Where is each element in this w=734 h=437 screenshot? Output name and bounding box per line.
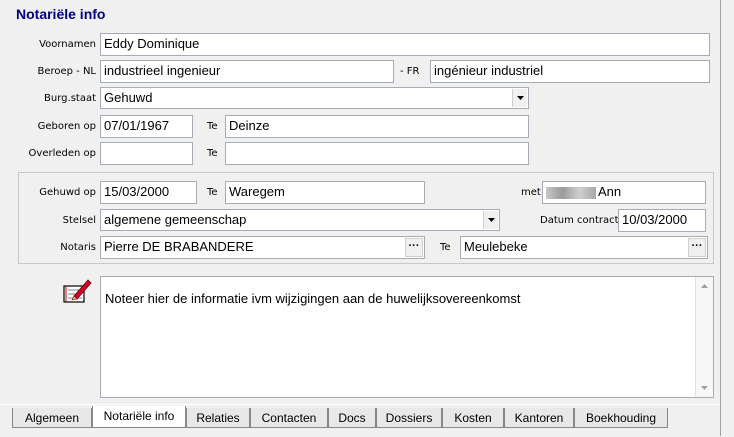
tab-notariele-info[interactable]: Notariële info — [92, 406, 186, 428]
memo-scrollbar[interactable] — [695, 277, 713, 397]
gehuwd-label: Gehuwd op — [39, 187, 96, 198]
burgstaat-select[interactable]: Gehuwd — [100, 87, 529, 109]
geboren-te-input[interactable]: Deinze — [225, 115, 529, 138]
beroep-fr-label: - FR — [400, 66, 420, 77]
burgstaat-label: Burg.staat — [44, 93, 96, 104]
overleden-te-label: Te — [207, 148, 218, 159]
beroep-fr-input[interactable]: ingénieur industriel — [430, 60, 710, 83]
notaris-te-label: Te — [440, 242, 451, 253]
tab-kantoren[interactable]: Kantoren — [504, 408, 574, 428]
overleden-input[interactable] — [100, 142, 193, 165]
gehuwd-input[interactable]: 15/03/2000 — [100, 181, 197, 204]
geboren-te-label: Te — [207, 121, 218, 132]
met-input[interactable]: Ann — [542, 181, 706, 204]
voornamen-input[interactable]: Eddy Dominique — [100, 33, 710, 56]
notepad-pencil-icon — [60, 276, 94, 306]
notaris-input[interactable]: Pierre DE BRABANDERE ··· — [100, 236, 425, 259]
burgstaat-value: Gehuwd — [104, 90, 153, 105]
chevron-down-icon[interactable] — [483, 211, 498, 229]
voornamen-label: Voornamen — [39, 39, 96, 50]
tab-contacten[interactable]: Contacten — [250, 408, 328, 428]
notaris-te-input[interactable]: Meulebeke ··· — [460, 236, 708, 259]
scroll-down-icon[interactable] — [696, 381, 713, 395]
stelsel-select[interactable]: algemene gemeenschap — [100, 209, 500, 231]
scroll-up-icon[interactable] — [696, 279, 713, 293]
tab-docs[interactable]: Docs — [328, 408, 376, 428]
notaris-label: Notaris — [60, 242, 96, 253]
datum-contract-label: Datum contract — [540, 215, 619, 226]
tab-boekhouding[interactable]: Boekhouding — [574, 408, 668, 428]
tab-algemeen[interactable]: Algemeen — [12, 408, 92, 428]
geboren-label: Geboren op — [37, 121, 96, 132]
gehuwd-te-label: Te — [207, 187, 218, 198]
met-label: met — [521, 187, 541, 198]
beroep-nl-label: Beroep - NL — [37, 66, 96, 77]
page-title: Notariële info — [16, 6, 106, 22]
tab-relaties[interactable]: Relaties — [186, 408, 250, 428]
tab-bar: Algemeen Notariële info Relaties Contact… — [0, 404, 720, 437]
notaris-value: Pierre DE BRABANDERE — [104, 239, 254, 254]
overleden-te-input[interactable] — [225, 142, 529, 165]
met-value: Ann — [598, 184, 622, 199]
datum-contract-input[interactable]: 10/03/2000 — [618, 209, 706, 232]
overleden-label: Overleden op — [28, 148, 96, 159]
chevron-down-icon[interactable] — [512, 89, 527, 107]
beroep-nl-input[interactable]: industrieel ingenieur — [100, 60, 394, 83]
notaris-browse-button[interactable]: ··· — [405, 238, 423, 257]
tab-dossiers[interactable]: Dossiers — [376, 408, 442, 428]
tab-kosten[interactable]: Kosten — [442, 408, 504, 428]
notaris-te-browse-button[interactable]: ··· — [688, 238, 706, 257]
redacted-name — [546, 186, 596, 199]
memo-textarea[interactable]: Noteer hier de informatie ivm wijziginge… — [100, 276, 714, 398]
stelsel-value: algemene gemeenschap — [104, 212, 247, 227]
geboren-input[interactable]: 07/01/1967 — [100, 115, 193, 138]
stelsel-label: Stelsel — [62, 215, 96, 226]
notariele-info-panel: Notariële info Voornamen Eddy Dominique … — [0, 0, 720, 436]
gehuwd-te-input[interactable]: Waregem — [225, 181, 425, 204]
notaris-te-value: Meulebeke — [464, 239, 528, 254]
memo-text: Noteer hier de informatie ivm wijziginge… — [105, 291, 521, 306]
window-edge — [720, 0, 734, 436]
